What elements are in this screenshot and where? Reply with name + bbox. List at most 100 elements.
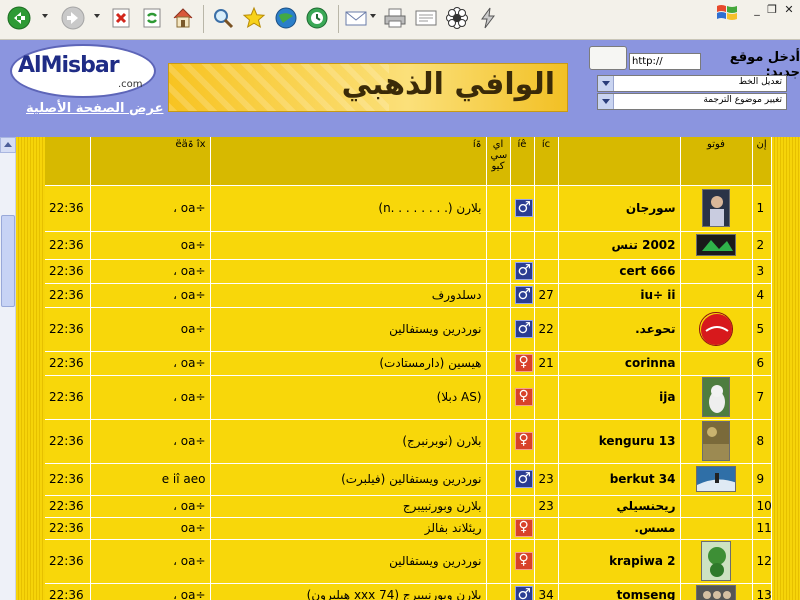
row-icq	[486, 419, 511, 464]
row-gender	[510, 231, 535, 260]
bolt-icon[interactable]	[475, 5, 501, 31]
media-icon[interactable]	[273, 5, 299, 31]
row-gender	[510, 307, 535, 352]
row-status: ، oa÷	[90, 185, 211, 232]
minimize-icon[interactable]: _	[750, 3, 764, 17]
ad-banner[interactable]: الوافي الذهبي	[168, 63, 568, 112]
row-username[interactable]: ريحنسيلي	[558, 495, 681, 518]
row-username[interactable]: سورجان	[558, 185, 681, 232]
row-photo[interactable]	[680, 231, 753, 260]
row-username[interactable]: cert 666	[558, 259, 681, 284]
header-photo[interactable]: فوتو	[680, 137, 753, 186]
user-photo[interactable]	[701, 541, 731, 581]
table-row[interactable]: 22:36oa÷ريئلاند بفالز مسس. 11	[45, 517, 772, 540]
table-row[interactable]: 22:36، oa÷(AS دبلا) ija 7	[45, 375, 772, 420]
history-icon[interactable]	[304, 5, 330, 31]
row-username[interactable]: berkut 34	[558, 463, 681, 496]
back-dropdown-icon[interactable]	[42, 14, 48, 18]
table-row[interactable]: 22:36 oa÷ 2002 تنس 2	[45, 231, 772, 260]
row-username[interactable]: مسس.	[558, 517, 681, 540]
original-page-link[interactable]: عرض الصفحة الأصلية	[26, 101, 163, 116]
logo-text[interactable]: AlMisbar	[18, 53, 120, 78]
row-photo[interactable]	[680, 185, 753, 232]
row-username[interactable]: kenguru 13	[558, 419, 681, 464]
table-row[interactable]: 22:36، oa÷هيسين (دارمستادت) 21corinna 6	[45, 351, 772, 376]
mail-dropdown-icon[interactable]	[370, 14, 376, 18]
print-icon[interactable]	[382, 5, 408, 31]
table-row[interactable]: 22:36، oa÷دسلدورف 27iu÷ ii 4	[45, 283, 772, 308]
header-status[interactable]: ëäۃ îx	[90, 137, 211, 186]
vertical-scrollbar[interactable]	[0, 137, 16, 600]
font-select-value: تعديل الخط	[738, 77, 782, 87]
table-row[interactable]: 22:36، oa÷بلارن (. . . . . . . .n) سورجان…	[45, 185, 772, 232]
row-username[interactable]: tomseng	[558, 583, 681, 600]
row-photo[interactable]	[680, 539, 753, 584]
url-input[interactable]	[629, 53, 701, 70]
table-row[interactable]: 22:36oa÷نوردرين ويستفالين 22تحوعد. 5	[45, 307, 772, 352]
table-row[interactable]: 22:36، oa÷ cert 666 3	[45, 259, 772, 284]
go-button[interactable]	[589, 46, 627, 70]
favorites-icon[interactable]	[241, 5, 267, 31]
row-photo[interactable]	[680, 283, 753, 308]
chevron-down-icon[interactable]	[598, 76, 614, 91]
translation-topic-select[interactable]: تغيير موضوع الترجمة	[597, 93, 787, 110]
row-username[interactable]: تحوعد.	[558, 307, 681, 352]
row-location: بلارن وبورنبيبرج	[210, 495, 487, 518]
edit-icon[interactable]	[413, 5, 439, 31]
back-icon[interactable]	[6, 5, 32, 31]
row-photo[interactable]	[680, 351, 753, 376]
table-row[interactable]: 22:36، oa÷بلارن (نوبرنبرج) kenguru 13 8	[45, 419, 772, 464]
row-location: نوردرين ويستفالين	[210, 539, 487, 584]
header-name[interactable]	[558, 137, 681, 186]
row-number: 13	[752, 583, 772, 600]
row-gender	[510, 259, 535, 284]
row-photo[interactable]	[680, 375, 753, 420]
row-username[interactable]: corinna	[558, 351, 681, 376]
user-photo[interactable]	[702, 189, 730, 227]
row-photo[interactable]	[680, 307, 753, 352]
scroll-thumb[interactable]	[1, 215, 15, 307]
row-photo[interactable]	[680, 495, 753, 518]
chevron-down-icon[interactable]	[598, 94, 614, 109]
scroll-up-icon[interactable]	[0, 137, 16, 153]
forward-dropdown-icon[interactable]	[94, 14, 100, 18]
mail-icon[interactable]	[343, 5, 369, 31]
row-icq	[486, 231, 511, 260]
refresh-icon[interactable]	[139, 5, 165, 31]
row-photo[interactable]	[680, 463, 753, 496]
row-location: بلارن (. . . . . . . .n)	[210, 185, 487, 232]
restore-icon[interactable]: ❐	[765, 3, 779, 17]
user-photo[interactable]	[696, 234, 736, 256]
row-username[interactable]: ija	[558, 375, 681, 420]
user-photo[interactable]	[699, 312, 733, 346]
header-age[interactable]: íc	[534, 137, 559, 186]
table-row[interactable]: 22:36 ، oa÷ بلارن وبورنبيبرج (74 xxx هيلبر…	[45, 583, 772, 600]
row-number: 6	[752, 351, 772, 376]
user-photo[interactable]	[702, 421, 730, 461]
font-select[interactable]: تعديل الخط	[597, 75, 787, 92]
row-username[interactable]: 2002 تنس	[558, 231, 681, 260]
row-photo[interactable]	[680, 419, 753, 464]
row-photo[interactable]	[680, 583, 753, 600]
stop-icon[interactable]	[108, 5, 134, 31]
user-photo[interactable]	[702, 377, 730, 417]
forward-icon[interactable]	[60, 5, 86, 31]
header-location[interactable]: íۃ	[210, 137, 487, 186]
flower-icon[interactable]	[444, 5, 470, 31]
male-icon	[514, 319, 533, 338]
header-icq[interactable]: اي سي كيو	[486, 137, 511, 186]
home-icon[interactable]	[170, 5, 196, 31]
table-row[interactable]: 22:36e iî aeoنوردرين ويستفالين (فيلبرت) 2…	[45, 463, 772, 496]
table-row[interactable]: 22:36 ، oa÷ بلارن وبورنبيبرج 23 ريحنسيلي 10	[45, 495, 772, 518]
header-gender[interactable]: íê	[510, 137, 535, 186]
row-photo[interactable]	[680, 259, 753, 284]
row-username[interactable]: iu÷ ii	[558, 283, 681, 308]
row-age: 23	[534, 495, 559, 518]
user-photo[interactable]	[696, 466, 736, 492]
table-row[interactable]: 22:36، oa÷نوردرين ويستفالين krapiwa 2 12	[45, 539, 772, 584]
close-icon[interactable]: ✕	[782, 3, 796, 17]
row-username[interactable]: krapiwa 2	[558, 539, 681, 584]
search-icon[interactable]	[210, 5, 236, 31]
row-photo[interactable]	[680, 517, 753, 540]
user-photo[interactable]	[696, 584, 736, 600]
